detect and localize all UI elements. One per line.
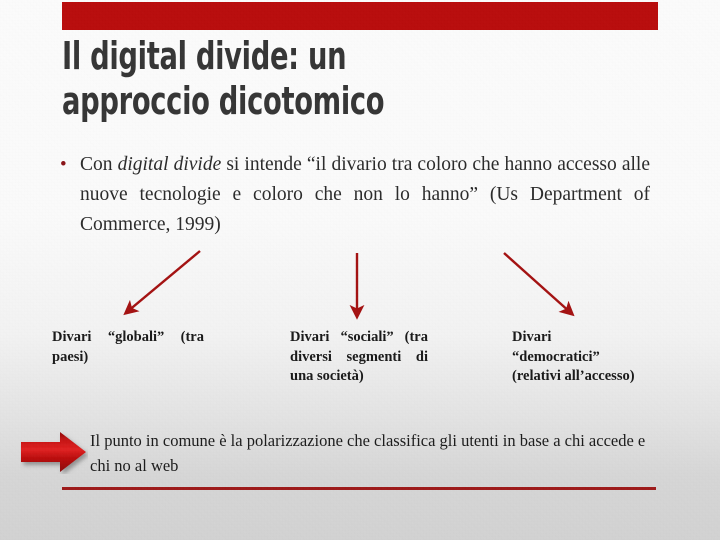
bullet-paragraph: Con digital divide si intende “il divari… (80, 150, 650, 240)
bullet-italic-term: digital divide (117, 154, 222, 175)
bottom-rule-divider (62, 487, 656, 490)
slide-canvas: Il digital divide: un approccio dicotomi… (0, 0, 720, 540)
bullet-marker-icon: • (60, 154, 67, 175)
bullet-block: • Con digital divide si intende “il diva… (60, 150, 650, 240)
bullet-list-item: • Con digital divide si intende “il diva… (60, 150, 650, 240)
category-globali: Divari “globali” (tra paesi) (52, 329, 204, 365)
category-democratici: Divari “democratici” (relativi all’acces… (512, 329, 635, 384)
conclusion-text: Il punto in comune è la polarizzazione c… (90, 431, 646, 475)
title-accent-bar (62, 2, 658, 30)
arrow-to-democratici (503, 252, 575, 317)
arrow-to-globali (123, 250, 201, 316)
right-block-arrow-icon (21, 432, 86, 472)
category-sociali: Divari “sociali” (tra diversi segmenti d… (290, 329, 428, 384)
bullet-text-lead: Con (80, 154, 118, 175)
page-title: Il digital divide: un approccio dicotomi… (62, 34, 385, 123)
